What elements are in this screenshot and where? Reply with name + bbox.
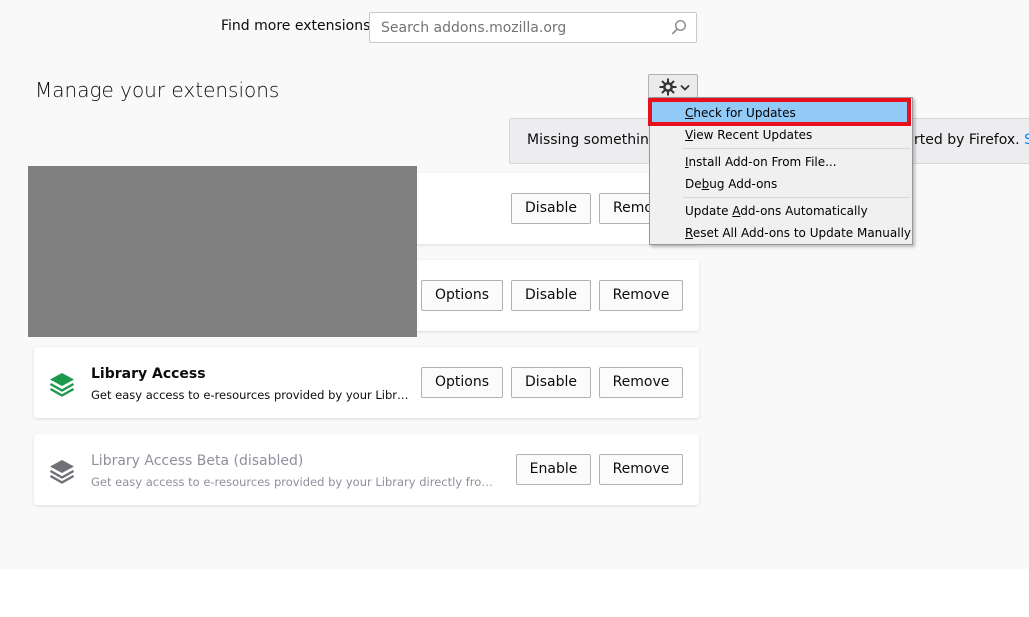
layers-icon [49,460,75,484]
menu-item-label: eset All Add-ons to Update Manually [692,226,912,240]
remove-button[interactable]: Remove [599,367,683,398]
extension-card-library-access-beta: Library Access Beta (disabled) Get easy … [34,434,699,505]
disable-button[interactable]: Disable [511,367,591,398]
menu-item-label-start: Update [685,204,733,218]
menu-item-label: nstall Add-on From File... [688,155,837,169]
extension-description: Get easy access to e-resources provided … [91,388,409,402]
accel-key: R [685,226,693,240]
menu-separator [683,197,910,198]
notice-text-end-label: rted by Firefox. [914,132,1020,148]
menu-separator [683,148,910,149]
menu-item-view-recent-updates[interactable]: View Recent Updates [652,124,910,146]
search-icon[interactable] [671,19,687,35]
remove-button[interactable]: Remove [599,454,683,485]
menu-item-update-automatically[interactable]: Update Add-ons Automatically [652,200,910,222]
search-input[interactable] [370,13,661,42]
page-title: Manage your extensions [35,78,280,102]
addons-manager-page: Find more extensions Manage your extensi… [0,0,1029,569]
highlight-callout-box [648,98,911,126]
chevron-down-icon [680,84,690,91]
gear-icon [659,78,677,96]
search-box[interactable] [369,12,697,43]
accel-key: V [685,128,693,142]
options-button[interactable]: Options [421,280,503,311]
menu-item-install-from-file[interactable]: Install Add-on From File... [652,151,910,173]
menu-item-label: iew Recent Updates [692,128,813,142]
notice-text-start: Missing something [527,132,658,148]
disable-button[interactable]: Disable [511,193,591,224]
menu-item-label: ug Add-ons [709,177,778,191]
notice-text-end: rted by Firefox. Sh [914,132,1029,148]
menu-item-debug-addons[interactable]: Debug Add-ons [652,173,910,195]
extension-description: Get easy access to e-resources provided … [91,475,503,489]
extension-name: Library Access [91,366,206,382]
disable-button[interactable]: Disable [511,280,591,311]
menu-item-label: dd-ons Automatically [740,204,868,218]
find-more-extensions-label: Find more extensions [221,18,371,34]
layers-icon [49,373,75,397]
enable-button[interactable]: Enable [516,454,591,485]
redacted-region [28,166,417,337]
remove-button[interactable]: Remove [599,280,683,311]
options-button[interactable]: Options [421,367,503,398]
extension-name: Library Access Beta (disabled) [91,453,304,469]
extension-card-library-access: Library Access Get easy access to e-reso… [34,347,699,418]
notice-show-link[interactable]: Sh [1024,132,1029,148]
menu-item-reset-update-manually[interactable]: Reset All Add-ons to Update Manually [652,222,912,244]
menu-item-label-start: De [685,177,702,191]
